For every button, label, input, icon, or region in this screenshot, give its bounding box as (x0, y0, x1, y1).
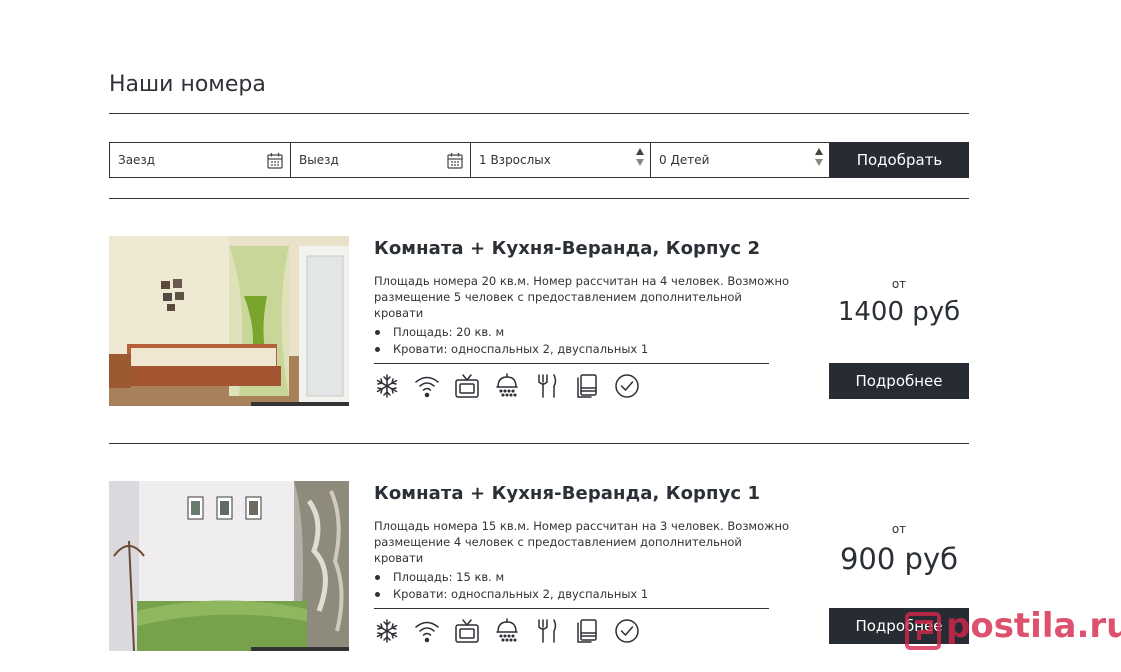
amenities-divider (374, 363, 769, 364)
towel-icon (574, 618, 600, 644)
title-divider (109, 113, 969, 114)
room-price: 900 руб (839, 542, 959, 576)
filter-divider (109, 198, 969, 199)
price-block: от 900 руб (829, 522, 969, 576)
tv-icon (454, 373, 480, 399)
children-spinner[interactable] (815, 148, 823, 166)
decrement-arrow-icon[interactable] (636, 159, 644, 166)
price-block: от 1400 руб (829, 277, 969, 327)
price-prefix: от (891, 522, 907, 536)
room-area: Площадь: 15 кв. м (374, 569, 794, 586)
room-description: Площадь номера 20 кв.м. Номер рассчитан … (374, 274, 790, 320)
adults-spinner[interactable] (636, 148, 644, 166)
checkin-label: Заезд (118, 153, 156, 167)
room-features: Площадь: 20 кв. м Кровати: односпальных … (374, 324, 794, 358)
adults-stepper[interactable]: 1 Взрослых (470, 142, 650, 178)
room-description: Площадь номера 15 кв.м. Номер рассчитан … (374, 519, 790, 565)
room-features: Площадь: 15 кв. м Кровати: односпальных … (374, 569, 794, 603)
shower-icon (494, 618, 520, 644)
increment-arrow-icon[interactable] (636, 148, 644, 155)
room-card: Комната + Кухня-Веранда, Корпус 1 Площад… (109, 481, 969, 651)
room-beds: Кровати: односпальных 2, двуспальных 1 (374, 586, 794, 603)
checkout-label: Выезд (299, 153, 339, 167)
room-area: Площадь: 20 кв. м (374, 324, 794, 341)
increment-arrow-icon[interactable] (815, 148, 823, 155)
adults-value: 1 Взрослых (479, 153, 551, 167)
room-card: Комната + Кухня-Веранда, Корпус 2 Площад… (109, 236, 969, 406)
room-info: Комната + Кухня-Веранда, Корпус 2 Площад… (374, 236, 794, 358)
room-photo[interactable] (109, 236, 349, 406)
room-name[interactable]: Комната + Кухня-Веранда, Корпус 1 (374, 483, 794, 504)
search-button[interactable]: Подобрать (830, 142, 969, 178)
check-circle-icon (614, 373, 640, 399)
room-name[interactable]: Комната + Кухня-Веранда, Корпус 2 (374, 238, 794, 259)
wifi-icon (414, 618, 440, 644)
snowflake-icon (374, 618, 400, 644)
page-title: Наши номера (109, 72, 266, 97)
postila-logo-icon (905, 612, 941, 650)
wifi-icon (414, 373, 440, 399)
watermark-text: postila.ru (946, 606, 1121, 646)
tv-icon (454, 618, 480, 644)
shower-icon (494, 373, 520, 399)
check-circle-icon (614, 618, 640, 644)
room-divider (109, 443, 969, 444)
children-stepper[interactable]: 0 Детей (650, 142, 830, 178)
children-value: 0 Детей (659, 153, 710, 167)
details-button[interactable]: Подробнее (829, 363, 969, 399)
room-price: 1400 руб (837, 297, 961, 327)
amenities-list (374, 373, 640, 399)
checkin-field[interactable]: Заезд (109, 142, 290, 178)
towel-icon (574, 373, 600, 399)
room-beds: Кровати: односпальных 2, двуспальных 1 (374, 341, 794, 358)
snowflake-icon (374, 373, 400, 399)
cutlery-icon (534, 373, 560, 399)
room-photo[interactable] (109, 481, 349, 651)
room-info: Комната + Кухня-Веранда, Корпус 1 Площад… (374, 481, 794, 603)
calendar-icon[interactable] (267, 152, 283, 169)
price-prefix: от (891, 277, 907, 291)
calendar-icon[interactable] (447, 152, 463, 169)
amenities-list (374, 618, 640, 644)
checkout-field[interactable]: Выезд (290, 142, 470, 178)
booking-filter: Заезд Выезд 1 Взрослых 0 Детей Подобрать (109, 142, 969, 178)
decrement-arrow-icon[interactable] (815, 159, 823, 166)
cutlery-icon (534, 618, 560, 644)
amenities-divider (374, 608, 769, 609)
